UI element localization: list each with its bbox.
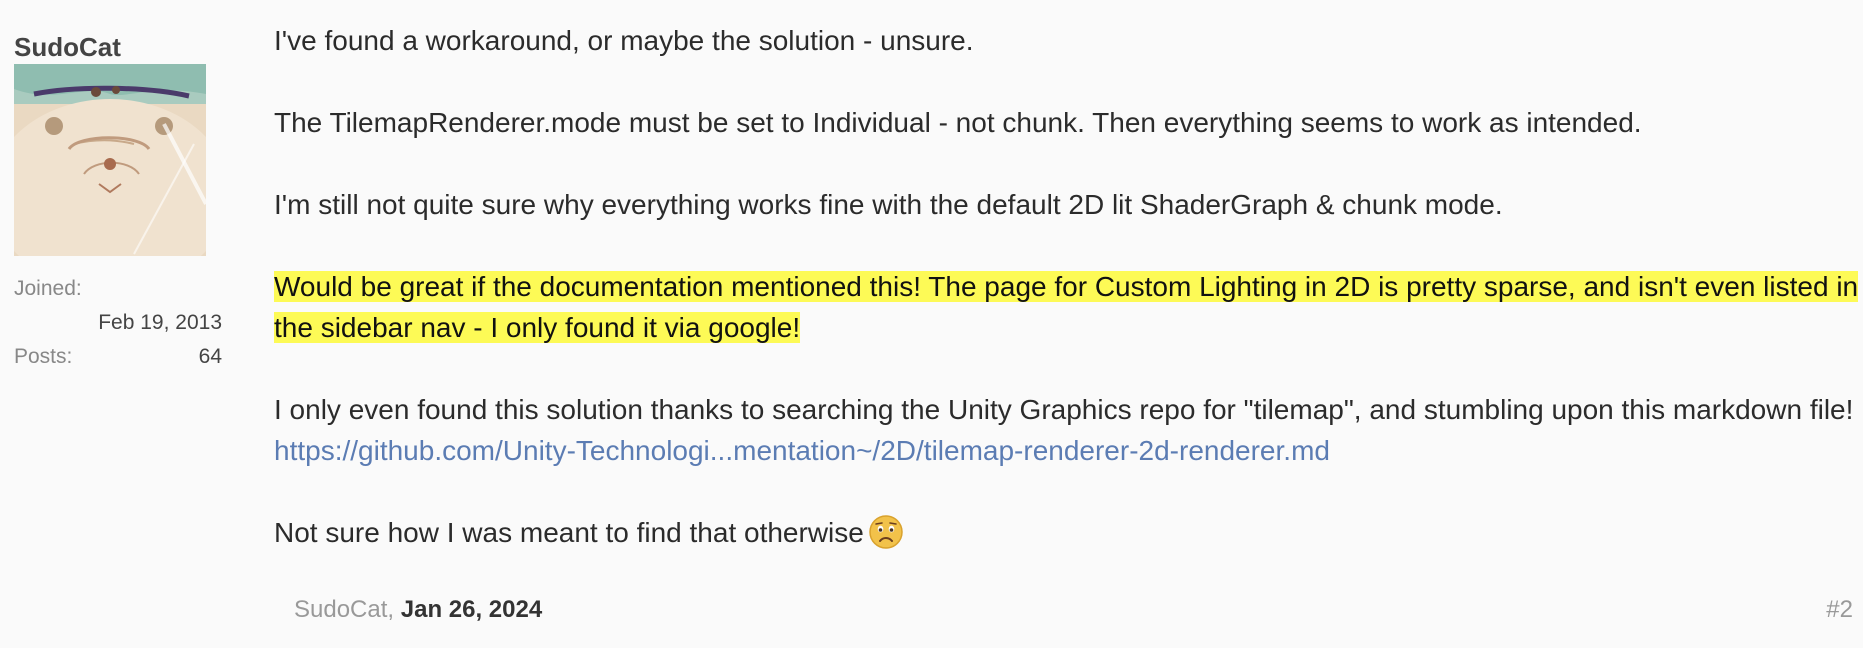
frowning-face-emoji-icon (868, 514, 904, 550)
post-paragraph: I only even found this solution thanks t… (274, 389, 1863, 471)
paragraph-text: I only even found this solution thanks t… (274, 394, 1854, 425)
post-paragraph: The TilemapRenderer.mode must be set to … (274, 107, 1642, 138)
forum-post: SudoCat Joined: Feb 19, 2013 Posts: 64 I… (0, 0, 1863, 648)
github-link[interactable]: https://github.com/Unity-Technologi...me… (274, 435, 1330, 466)
user-info-panel: SudoCat Joined: Feb 19, 2013 Posts: 64 (14, 30, 222, 374)
highlighted-paragraph: Would be great if the documentation ment… (274, 266, 1863, 348)
avatar[interactable] (14, 64, 206, 256)
highlighted-text: Would be great if the documentation ment… (274, 271, 1859, 343)
posts-value: 64 (198, 345, 222, 368)
joined-stat: Joined: Feb 19, 2013 (14, 272, 222, 340)
post-paragraph: Not sure how I was meant to find that ot… (274, 512, 1863, 553)
user-stats: Joined: Feb 19, 2013 Posts: 64 (14, 272, 222, 374)
post-number-link[interactable]: #2 (1826, 596, 1853, 624)
joined-value: Feb 19, 2013 (98, 311, 222, 334)
posts-stat: Posts: 64 (14, 340, 222, 374)
paragraph-text: Not sure how I was meant to find that ot… (274, 517, 864, 548)
post-body: I've found a workaround, or maybe the so… (274, 20, 1863, 594)
avatar-image (14, 64, 206, 256)
joined-label: Joined: (14, 277, 82, 300)
posts-label: Posts: (14, 345, 73, 368)
post-paragraph: I've found a workaround, or maybe the so… (274, 25, 974, 56)
post-footer: SudoCat, Jan 26, 2024 (294, 596, 542, 624)
footer-author[interactable]: SudoCat, (294, 596, 394, 623)
post-date[interactable]: Jan 26, 2024 (401, 596, 542, 623)
post-paragraph: I'm still not quite sure why everything … (274, 189, 1503, 220)
username-link[interactable]: SudoCat (14, 30, 222, 64)
